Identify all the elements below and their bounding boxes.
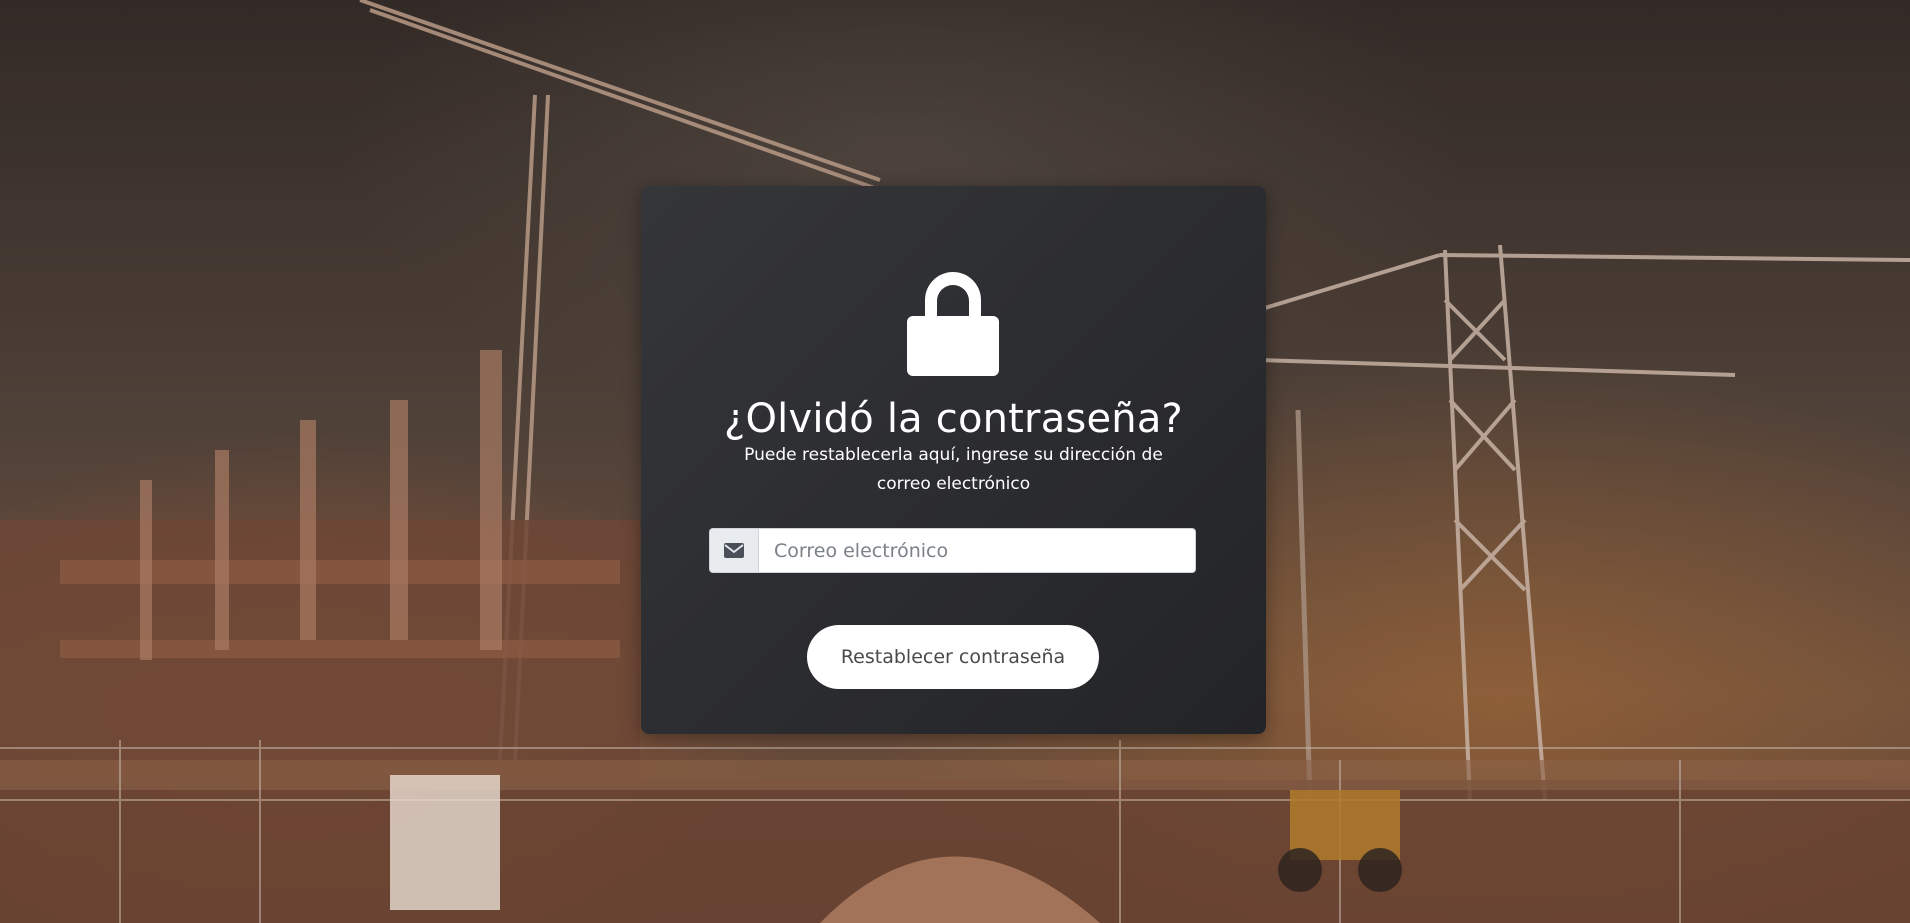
envelope-icon	[724, 543, 744, 558]
reset-password-button[interactable]: Restablecer contraseña	[807, 625, 1099, 689]
email-field[interactable]	[759, 528, 1196, 573]
email-addon	[709, 528, 759, 573]
lock-icon	[907, 272, 999, 376]
email-input-group	[709, 528, 1196, 573]
page-subtitle: Puede restablecerla aquí, ingrese su dir…	[744, 445, 1163, 494]
forgot-password-card: ¿Olvidó la contraseña? Puede restablecer…	[641, 186, 1266, 734]
page-title: ¿Olvidó la contraseña?	[724, 396, 1183, 442]
